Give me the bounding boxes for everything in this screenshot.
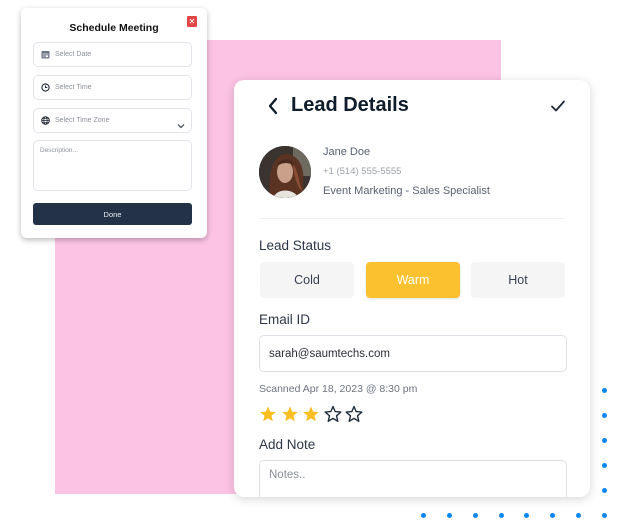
calendar-icon: [40, 50, 50, 60]
star-filled-icon[interactable]: [281, 405, 299, 423]
status-hot-button[interactable]: Hot: [471, 262, 565, 298]
divider: [259, 218, 565, 219]
decorative-dot: [498, 512, 504, 518]
decorative-dot: [601, 487, 607, 493]
decorative-dot: [601, 387, 607, 393]
email-input[interactable]: sarah@saumtechs.com: [259, 335, 567, 372]
done-button[interactable]: Done: [33, 203, 192, 225]
schedule-meeting-modal: Schedule Meeting ✕ Select Date Select Ti…: [21, 8, 207, 238]
check-icon[interactable]: [550, 99, 566, 113]
lead-phone: +1 (514) 555-5555: [323, 166, 402, 177]
close-button[interactable]: ✕: [187, 16, 197, 27]
decorative-dot: [420, 512, 426, 518]
star-empty-icon[interactable]: [345, 405, 363, 423]
date-field[interactable]: Select Date: [33, 42, 192, 67]
email-label: Email ID: [259, 312, 311, 327]
decorative-dot: [549, 512, 555, 518]
decorative-dot: [601, 412, 607, 418]
decorative-dot: [601, 437, 607, 443]
chevron-down-icon: [177, 116, 185, 134]
time-placeholder: Select Time: [55, 84, 92, 91]
star-filled-icon[interactable]: [302, 405, 320, 423]
description-textarea[interactable]: Description...: [33, 140, 192, 191]
time-field[interactable]: Select Time: [33, 75, 192, 100]
status-cold-button[interactable]: Cold: [260, 262, 354, 298]
close-icon: ✕: [188, 17, 196, 26]
add-note-label: Add Note: [259, 437, 316, 452]
decorative-dot: [575, 512, 581, 518]
date-placeholder: Select Date: [55, 51, 92, 58]
star-rating[interactable]: [259, 405, 367, 423]
scanned-timestamp: Scanned Apr 18, 2023 @ 8:30 pm: [259, 383, 418, 395]
status-warm-button[interactable]: Warm: [366, 262, 460, 298]
decorative-dot: [446, 512, 452, 518]
chevron-left-icon[interactable]: [266, 96, 280, 116]
timezone-select[interactable]: Select Time Zone: [33, 108, 192, 133]
decorative-dot: [601, 512, 607, 518]
star-empty-icon[interactable]: [324, 405, 342, 423]
avatar: [259, 146, 311, 198]
modal-title: Schedule Meeting: [69, 22, 159, 34]
lead-role: Event Marketing - Sales Specialist: [323, 185, 490, 197]
clock-icon: [40, 83, 50, 93]
decorative-dot: [472, 512, 478, 518]
timezone-placeholder: Select Time Zone: [55, 117, 110, 124]
lead-details-card: Lead Details Jane Doe +1 (514) 555-5555 …: [234, 80, 590, 497]
lead-status-label: Lead Status: [259, 238, 332, 253]
decorative-dot: [601, 462, 607, 468]
page-title: Lead Details: [291, 94, 409, 116]
lead-name: Jane Doe: [323, 146, 371, 158]
notes-textarea[interactable]: Notes..: [259, 460, 567, 497]
globe-icon: [40, 116, 50, 126]
decorative-dot: [523, 512, 529, 518]
star-filled-icon[interactable]: [259, 405, 277, 423]
